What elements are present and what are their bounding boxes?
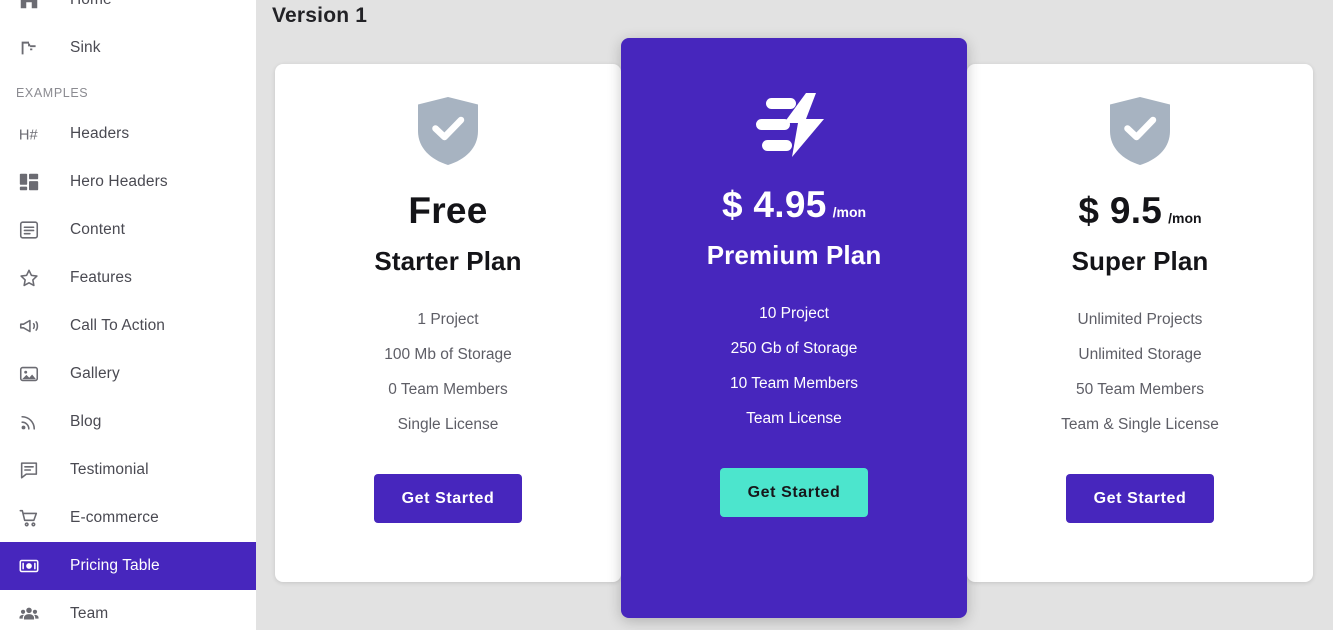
money-cash-icon: [16, 553, 42, 579]
pricing-card-starter: Free Starter Plan 1 Project 100 Mb of Stora…: [275, 64, 621, 582]
sidebar-item-label: Pricing Table: [70, 557, 160, 574]
people-group-icon: [16, 601, 42, 627]
sidebar-item-testimonial[interactable]: Testimonial: [0, 446, 256, 494]
layout-blocks-icon: [16, 169, 42, 195]
plan-name: Premium Plan: [706, 240, 882, 270]
flash-speed-icon: [754, 88, 834, 162]
price-value: $ 4.95: [721, 184, 827, 225]
sidebar-item-label: Sink: [70, 39, 101, 56]
sidebar-item-label: Gallery: [70, 365, 120, 382]
plan-name: Super Plan: [1071, 246, 1209, 276]
price-period: /mon: [832, 204, 867, 220]
sidebar-item-label: Home: [70, 0, 112, 9]
get-started-button-super[interactable]: Get Started: [1065, 474, 1215, 523]
price-row: $ 4.95/mon: [722, 184, 866, 226]
sidebar-top-group: Home Sink: [0, 0, 256, 72]
article-lines-icon: [16, 217, 42, 243]
rss-feed-icon: [16, 409, 42, 435]
megaphone-icon: [16, 313, 42, 339]
sidebar-item-label: Headers: [70, 125, 130, 142]
get-started-button-starter[interactable]: Get Started: [373, 474, 523, 523]
feature-list: 1 Project 100 Mb of Storage 0 Team Members…: [384, 311, 512, 434]
feature-item: 1 Project: [417, 311, 479, 328]
sidebar-item-label: Content: [70, 221, 125, 238]
sidebar-item-hero-headers[interactable]: Hero Headers: [0, 158, 256, 206]
sidebar-item-e-commerce[interactable]: E-commerce: [0, 494, 256, 542]
sidebar-item-blog[interactable]: Blog: [0, 398, 256, 446]
sidebar-item-sink[interactable]: Sink: [0, 24, 256, 72]
svg-text:H#: H#: [19, 128, 39, 144]
sidebar-item-call-to-action[interactable]: Call To Action: [0, 302, 256, 350]
shield-check-icon: [416, 94, 480, 168]
price-period: /mon: [1168, 210, 1202, 226]
pricing-card-super: $ 9.5/mon Super Plan Unlimited Projects Unl…: [967, 64, 1313, 582]
main-content: Version 1 Free Starter Plan 1 Project 100 M…: [256, 0, 1333, 630]
pricing-card-list: Free Starter Plan 1 Project 100 Mb of Stora…: [275, 38, 1333, 618]
pricing-card-premium: $ 4.95/mon Premium Plan 10 Project 250 Gb o…: [621, 38, 967, 618]
sidebar-item-label: Hero Headers: [70, 173, 168, 190]
app-root: Home Sink EXAMPLES H# Headers Hero Headers C…: [0, 0, 1333, 630]
feature-item: 10 Team Members: [729, 375, 859, 392]
star-outline-icon: [16, 265, 42, 291]
feature-item: Unlimited Projects: [1077, 311, 1203, 328]
feature-list: 10 Project 250 Gb of Storage 10 Team Membe…: [730, 305, 858, 428]
feature-item: Unlimited Storage: [1078, 346, 1202, 363]
home-icon: [16, 0, 42, 13]
price-value: $ 9.5: [1078, 190, 1163, 231]
sidebar-item-gallery[interactable]: Gallery: [0, 350, 256, 398]
feature-item: Team License: [746, 410, 842, 427]
photos-icon: [16, 361, 42, 387]
sidebar-item-label: Team: [70, 605, 109, 622]
feature-item: 50 Team Members: [1075, 381, 1205, 398]
feature-item: 100 Mb of Storage: [384, 346, 512, 363]
feature-item: 10 Project: [759, 305, 829, 322]
feature-item: 250 Gb of Storage: [730, 340, 858, 357]
heading-hash-icon: H#: [16, 121, 42, 147]
feature-list: Unlimited Projects Unlimited Storage 50 Te…: [1061, 311, 1219, 434]
plan-name: Starter Plan: [374, 246, 522, 276]
feature-item: Single License: [397, 416, 499, 433]
sidebar-item-label: Call To Action: [70, 317, 166, 334]
shopping-cart-icon: [16, 505, 42, 531]
sidebar-item-team[interactable]: Team: [0, 590, 256, 630]
faucet-icon: [16, 35, 42, 61]
sidebar-item-label: Testimonial: [70, 461, 149, 478]
sidebar-item-label: E-commerce: [70, 509, 159, 526]
feature-item: 0 Team Members: [388, 381, 508, 398]
sidebar-item-label: Blog: [70, 413, 102, 430]
sidebar-item-content[interactable]: Content: [0, 206, 256, 254]
sidebar-examples-group: H# Headers Hero Headers Content Features Call…: [0, 110, 256, 630]
sidebar-item-pricing-table[interactable]: Pricing Table: [0, 542, 256, 590]
shield-check-icon: [1108, 94, 1172, 168]
feature-item: Team & Single License: [1061, 416, 1219, 433]
speech-bubble-lines-icon: [16, 457, 42, 483]
page-title: Version 1: [272, 4, 368, 27]
price-row: Free: [408, 190, 487, 232]
sidebar-item-label: Features: [70, 269, 132, 286]
sidebar-item-home[interactable]: Home: [0, 0, 256, 24]
sidebar: Home Sink EXAMPLES H# Headers Hero Headers C…: [0, 0, 256, 630]
price-row: $ 9.5/mon: [1078, 190, 1201, 232]
price-value: Free: [408, 190, 488, 231]
sidebar-item-features[interactable]: Features: [0, 254, 256, 302]
sidebar-section-label: EXAMPLES: [16, 86, 89, 100]
get-started-button-premium[interactable]: Get Started: [719, 468, 869, 517]
sidebar-item-headers[interactable]: H# Headers: [0, 110, 256, 158]
